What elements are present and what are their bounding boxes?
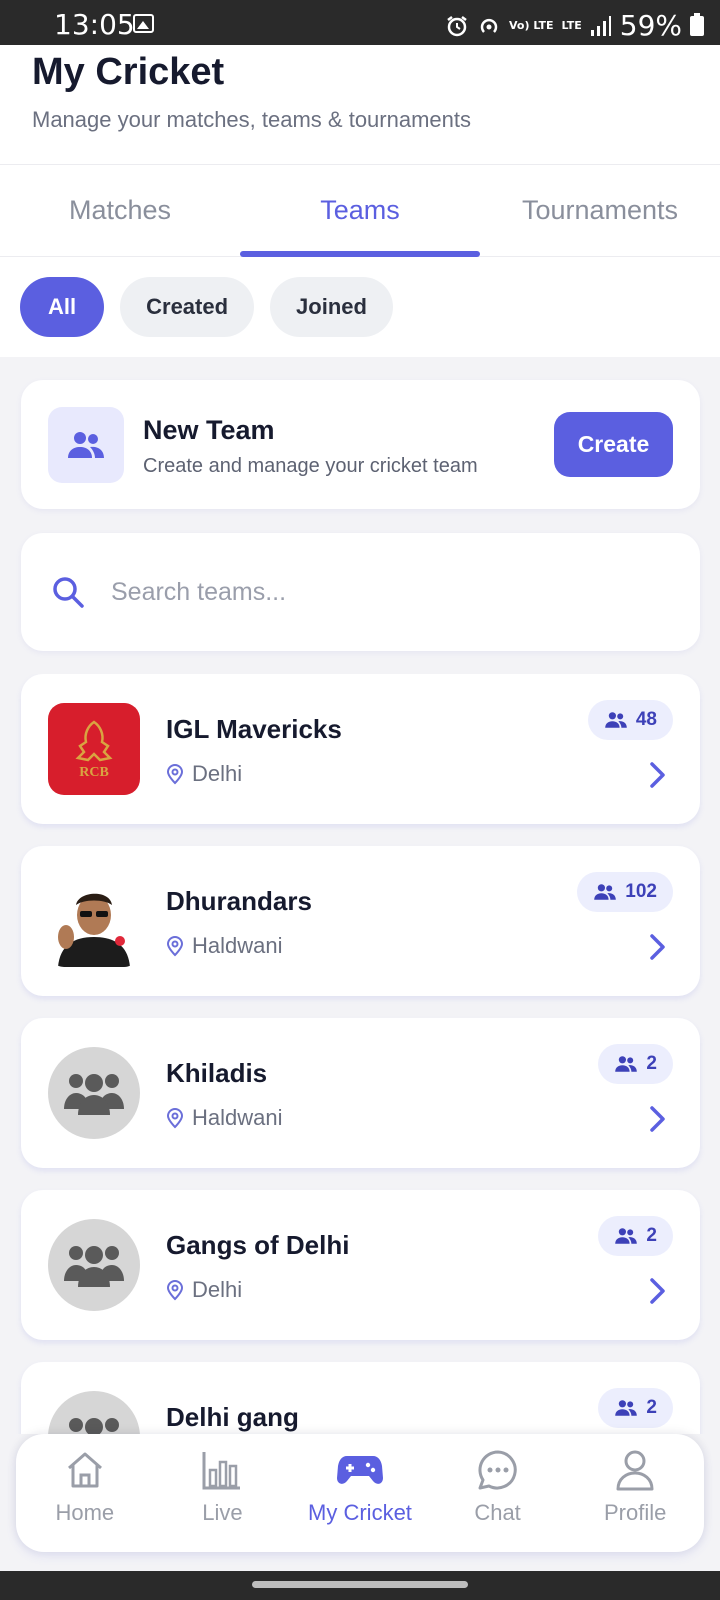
bottom-nav: Home Live My Cricket Chat Profile [16, 1434, 704, 1552]
location-pin-icon [166, 936, 184, 957]
team-card[interactable]: Delhi gang 2 [21, 1362, 700, 1434]
volte-label: Vo) LTE [509, 19, 554, 32]
nav-profile[interactable]: Profile [566, 1434, 704, 1552]
system-nav-bar [0, 1571, 720, 1600]
member-count: 48 [635, 709, 657, 730]
search-input[interactable] [111, 563, 671, 621]
nav-my-cricket[interactable]: My Cricket [291, 1434, 429, 1552]
users-icon [48, 407, 124, 483]
group-avatar-icon [48, 1219, 140, 1311]
chevron-right-icon[interactable] [648, 1276, 668, 1306]
tab-bar: Matches Teams Tournaments [0, 165, 720, 257]
group-avatar-icon [48, 1391, 140, 1434]
team-name: Khiladis [166, 1058, 268, 1088]
members-icon [615, 1056, 638, 1072]
nav-chat[interactable]: Chat [429, 1434, 567, 1552]
nav-my-cricket-label: My Cricket [308, 1500, 412, 1525]
member-count-badge: 2 [598, 1216, 673, 1256]
chevron-right-icon[interactable] [648, 1104, 668, 1134]
member-count-badge: 48 [587, 700, 673, 740]
team-location-text: Haldwani [192, 933, 283, 958]
team-name: Dhurandars [166, 886, 312, 916]
alarm-icon [447, 15, 467, 36]
search-icon [53, 577, 84, 608]
chevron-right-icon[interactable] [648, 932, 668, 962]
new-team-description: Create and manage your cricket team [143, 455, 478, 477]
status-time: 13:05 [54, 8, 135, 41]
team-location: Haldwani [166, 933, 283, 959]
members-icon [615, 1228, 638, 1244]
battery-icon [690, 12, 704, 36]
status-bar: 13:05 Vo) LTE LTE 59% [0, 0, 720, 45]
members-icon [605, 712, 627, 728]
team-logo-person [48, 875, 140, 967]
filter-created[interactable]: Created [120, 277, 255, 337]
nav-live-label: Live [202, 1500, 243, 1525]
search-card [21, 533, 700, 651]
member-count: 2 [646, 1225, 657, 1246]
team-card[interactable]: Dhurandars Haldwani 102 [21, 846, 700, 996]
svg-text:RCB: RCB [79, 765, 109, 780]
member-count: 2 [646, 1053, 657, 1074]
location-pin-icon [166, 1108, 184, 1129]
profile-icon [613, 1448, 657, 1492]
hotspot-icon [480, 18, 498, 33]
nav-chat-label: Chat [474, 1500, 521, 1525]
image-notification-icon [133, 14, 154, 33]
team-name: IGL Mavericks [166, 714, 342, 744]
team-location-text: Delhi [192, 1277, 243, 1302]
new-team-title: New Team [143, 415, 275, 445]
team-card[interactable]: Gangs of Delhi Delhi 2 [21, 1190, 700, 1340]
members-icon [615, 1400, 638, 1416]
nav-home-label: Home [55, 1500, 115, 1525]
chat-icon [476, 1448, 520, 1492]
gamepad-icon [336, 1448, 383, 1492]
team-location: Haldwani [166, 1105, 283, 1131]
tab-matches[interactable]: Matches [0, 165, 240, 256]
signal-icon [590, 15, 611, 36]
tab-teams[interactable]: Teams [240, 165, 480, 257]
new-team-card: New Team Create and manage your cricket … [21, 380, 700, 509]
team-location-text: Haldwani [192, 1105, 283, 1130]
filter-all[interactable]: All [20, 277, 105, 337]
nav-profile-label: Profile [603, 1500, 667, 1525]
team-location: Delhi [166, 1277, 242, 1303]
team-name: Gangs of Delhi [166, 1230, 350, 1260]
filter-chips: All Created Joined [0, 257, 720, 357]
status-icons: Vo) LTE LTE 59% [445, 9, 704, 42]
member-count: 2 [646, 1397, 657, 1418]
team-card[interactable]: Khiladis Haldwani 2 [21, 1018, 700, 1168]
battery-percent: 59% [619, 9, 682, 42]
home-gesture-bar[interactable] [252, 1581, 468, 1588]
member-count-badge: 2 [598, 1044, 673, 1084]
team-location: Delhi [166, 761, 242, 787]
team-list: RCB IGL Mavericks Delhi 48 Dhurandars Ha… [0, 674, 720, 1434]
create-team-button[interactable]: Create [554, 412, 673, 477]
location-pin-icon [166, 1280, 184, 1301]
page-title: My Cricket [32, 51, 225, 93]
filter-joined[interactable]: Joined [270, 277, 393, 337]
team-name: Delhi gang [166, 1402, 299, 1432]
lte-label: LTE [561, 19, 582, 32]
group-avatar-icon [48, 1047, 140, 1139]
team-logo-rcb: RCB [48, 703, 140, 795]
page-header: My Cricket Manage your matches, teams & … [0, 45, 720, 165]
home-icon [63, 1448, 107, 1492]
page-subtitle: Manage your matches, teams & tournaments [32, 107, 471, 132]
team-card[interactable]: RCB IGL Mavericks Delhi 48 [21, 674, 700, 824]
team-location-text: Delhi [192, 761, 243, 786]
members-icon [594, 884, 617, 900]
tab-tournaments[interactable]: Tournaments [480, 165, 720, 256]
member-count: 102 [625, 881, 657, 902]
chevron-right-icon[interactable] [648, 760, 668, 790]
location-pin-icon [166, 764, 184, 785]
nav-live[interactable]: Live [154, 1434, 292, 1552]
nav-home[interactable]: Home [16, 1434, 154, 1552]
member-count-badge: 2 [598, 1388, 673, 1428]
bar-chart-icon [200, 1448, 244, 1492]
member-count-badge: 102 [577, 872, 673, 912]
